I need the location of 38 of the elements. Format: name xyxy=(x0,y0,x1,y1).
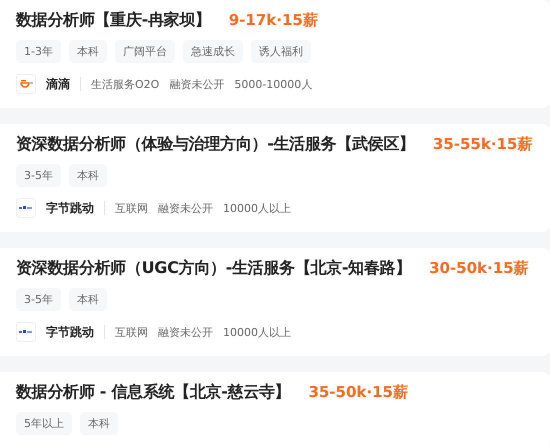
company-funding: 融资未公开 xyxy=(158,200,213,216)
job-tag: 1-3年 xyxy=(16,40,61,63)
job-tag: 本科 xyxy=(68,288,107,311)
job-card[interactable]: 数据分析师 - 信息系统【北京-慈云寺】 35-50k·15薪 5年以上 本科 xyxy=(0,372,550,445)
job-tag: 急速成长 xyxy=(182,40,243,63)
company-logo-icon xyxy=(16,198,36,218)
company-industry: 互联网 xyxy=(115,200,148,216)
company-industry: 互联网 xyxy=(115,324,148,340)
company-name[interactable]: 字节跳动 xyxy=(46,324,94,340)
job-tag: 3-5年 xyxy=(16,164,61,187)
job-tag: 5年以上 xyxy=(16,412,72,435)
company-logo-icon xyxy=(16,322,36,342)
job-tag: 本科 xyxy=(68,164,107,187)
company-funding: 融资未公开 xyxy=(158,324,213,340)
company-size: 5000-10000人 xyxy=(234,76,312,92)
job-title[interactable]: 数据分析师 - 信息系统【北京-慈云寺】 xyxy=(16,382,290,403)
salary: 30-50k·15薪 xyxy=(429,259,529,278)
job-title[interactable]: 资深数据分析师（UGC方向）-生活服务【北京-知春路】 xyxy=(16,258,412,279)
job-tag: 3-5年 xyxy=(16,288,61,311)
job-title[interactable]: 数据分析师【重庆-冉家坝】 xyxy=(16,10,211,31)
company-name[interactable]: 字节跳动 xyxy=(46,200,94,216)
job-tag: 本科 xyxy=(68,40,107,63)
salary: 35-55k·15薪 xyxy=(432,135,532,154)
company-size: 10000人以上 xyxy=(223,324,291,340)
salary: 9-17k·15薪 xyxy=(228,11,318,30)
company-industry: 生活服务O2O xyxy=(91,76,160,92)
job-card[interactable]: 资深数据分析师（体验与治理方向）-生活服务【武侯区】 35-55k·15薪 3-5年 本科 字节跳动 互联网 融资未公开 10000人以上 xyxy=(0,124,550,232)
job-tag: 诱人福利 xyxy=(250,40,311,63)
job-tag: 本科 xyxy=(80,412,118,435)
company-size: 10000人以上 xyxy=(223,200,291,216)
job-title[interactable]: 资深数据分析师（体验与治理方向）-生活服务【武侯区】 xyxy=(16,134,415,155)
company-logo-icon xyxy=(16,74,36,94)
job-card[interactable]: 资深数据分析师（UGC方向）-生活服务【北京-知春路】 30-50k·15薪 3-5年 本科 字节跳动 互联网 融资未公开 10000人以上 xyxy=(0,248,550,356)
job-card[interactable]: 数据分析师【重庆-冉家坝】 9-17k·15薪 1-3年 本科 广阔平台 急速成长 诱人福利 滴滴 生活服务O2O 融资未公开 5000-10000人 xyxy=(0,0,550,108)
job-tag: 广阔平台 xyxy=(114,40,175,63)
company-funding: 融资未公开 xyxy=(169,76,224,92)
salary: 35-50k·15薪 xyxy=(308,383,408,402)
company-name[interactable]: 滴滴 xyxy=(46,76,70,92)
